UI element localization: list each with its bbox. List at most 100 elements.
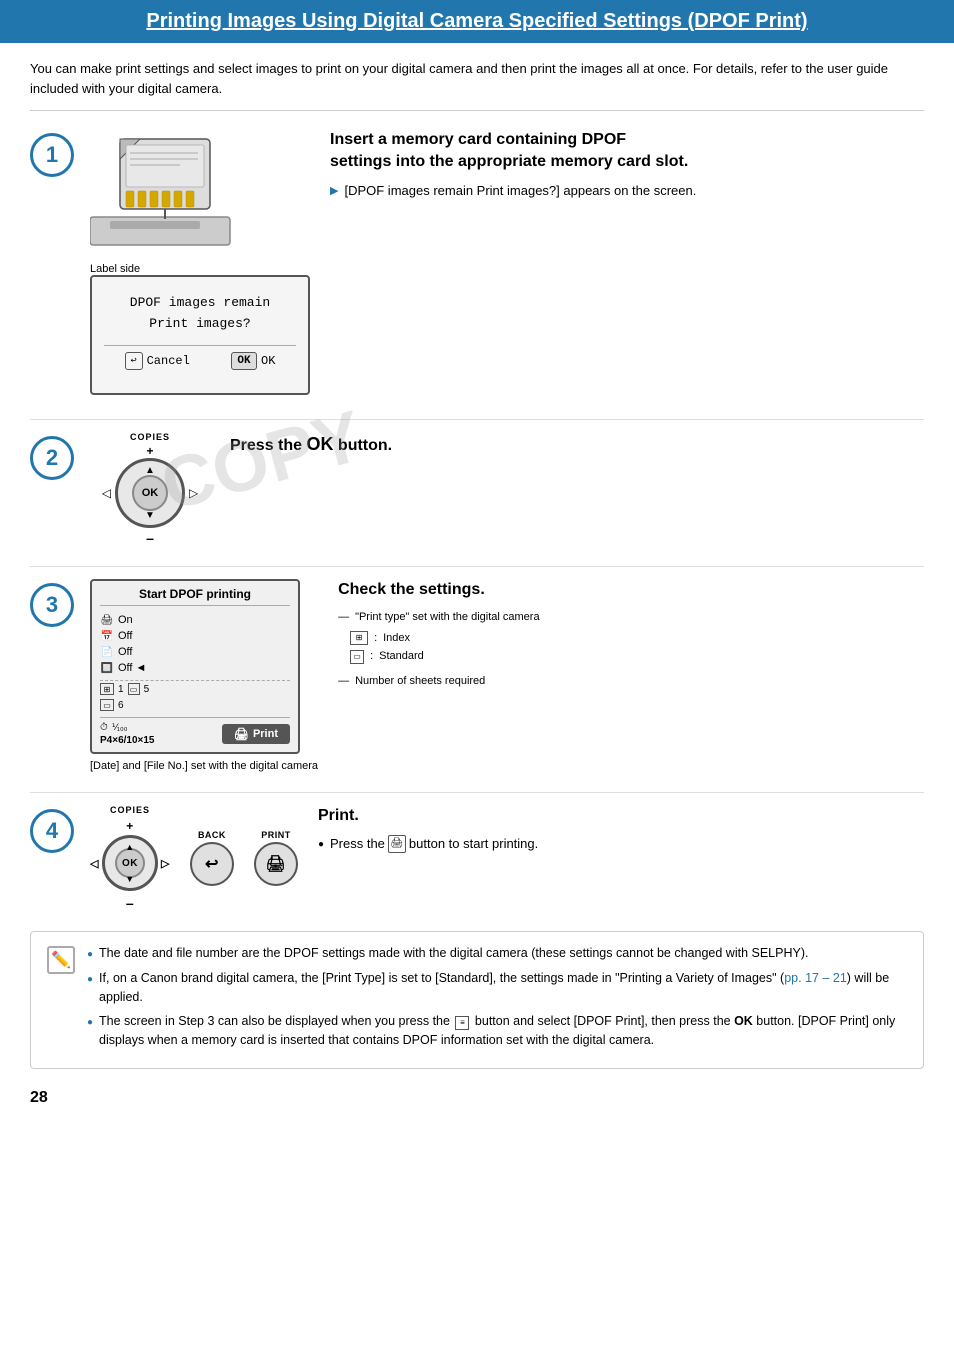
memory-card-illustration <box>90 129 260 259</box>
standard-count: 5 <box>144 684 150 695</box>
step-4-bullet: Press the 🖨 button to start printing. <box>318 835 924 853</box>
sheets-label: Number of sheets required <box>355 673 485 690</box>
fraction-display: ⅟₁₀₀ <box>112 722 128 733</box>
intro-text: You can make print settings and select i… <box>30 59 924 111</box>
down-arrow-icon: ▼ <box>145 510 155 521</box>
divider-3 <box>30 792 924 793</box>
setting-off-3: Off ◄ <box>118 662 146 674</box>
ok-ring: OK ▲ ▼ <box>115 458 185 528</box>
step-2-number: 2 <box>30 436 74 480</box>
settings-row-2: 📅 Off <box>100 628 290 644</box>
step-1: 1 <box>30 129 924 399</box>
print-button[interactable]: 🖨 Print <box>222 724 290 744</box>
step-2-heading: Press the OK button. <box>230 432 924 457</box>
index-count: 1 <box>118 684 124 695</box>
dialog-line2: Print images? <box>104 314 296 335</box>
cancel-label: Cancel <box>147 354 190 368</box>
right-arr-step4: ▷ <box>161 857 170 870</box>
print-icon: 🖨 <box>234 727 249 741</box>
setting-off-1: Off <box>118 630 132 642</box>
plus-sign: + <box>146 444 153 458</box>
standard-annotation: ▭ : Standard <box>350 648 924 665</box>
standard-label: Standard <box>379 648 424 665</box>
step-3: 3 Start DPOF printing 🖨 On 📅 Off <box>30 579 924 772</box>
page-ref-link[interactable]: pp. 17 – 21 <box>784 971 847 985</box>
ok-label: OK <box>261 354 275 368</box>
index-label: Index <box>383 630 410 647</box>
ok-ring-step4: OK ▲ ▼ <box>102 835 158 891</box>
timer-row: ⏱ ⅟₁₀₀ <box>100 722 155 733</box>
settings-screen: Start DPOF printing 🖨 On 📅 Off 📄 Off <box>90 579 300 754</box>
note-bullet-1: ● <box>87 947 93 962</box>
note-bullet-3: ● <box>87 1015 93 1030</box>
step-2-content: COPIES + ◁ OK ▲ ▼ ▷ – Press <box>90 432 924 546</box>
dialog-buttons: ↩ Cancel OK OK <box>104 345 296 370</box>
timer-icon: ⏱ <box>100 722 108 733</box>
paper-size-label: P4×6/10×15 <box>100 735 155 746</box>
dialog-cancel-btn: ↩ Cancel <box>125 352 190 370</box>
print-button-step4[interactable]: 🖨 <box>254 842 298 886</box>
memory-card-svg <box>90 129 260 249</box>
print-type-annotation: — "Print type" set with the digital came… <box>338 609 924 626</box>
standard-box-icon: ▭ <box>128 683 140 695</box>
page-title-underlined: Printing Images Using Digital Camera Spe… <box>146 10 807 32</box>
minus-sign-step4: – <box>126 895 134 911</box>
step-3-right: Check the settings. — "Print type" set w… <box>338 579 924 693</box>
down-arr-step4: ▼ <box>125 874 134 884</box>
step-3-heading: Check the settings. <box>338 579 924 601</box>
settings-bottom: ⏱ ⅟₁₀₀ P4×6/10×15 🖨 Print <box>100 717 290 746</box>
dialog-line1: DPOF images remain <box>104 293 296 314</box>
note-2: ● If, on a Canon brand digital camera, t… <box>87 969 907 1007</box>
note-1: ● The date and file number are the DPOF … <box>87 944 907 963</box>
step-3-text: Check the settings. <box>338 579 924 601</box>
up-arr-step4: ▲ <box>125 842 134 852</box>
note-text-2: If, on a Canon brand digital camera, the… <box>99 969 907 1007</box>
step-1-text: Insert a memory card containing DPOF set… <box>330 129 924 200</box>
back-button[interactable]: ↩ <box>190 842 234 886</box>
minus-sign: – <box>146 530 154 546</box>
step-3-annotations: — "Print type" set with the digital came… <box>338 609 924 689</box>
index-icon: ⊞ <box>350 631 368 645</box>
note-bullet-2: ● <box>87 972 93 987</box>
dialog-ok-btn: OK OK <box>231 352 275 370</box>
copies-label-step2: COPIES <box>130 432 170 442</box>
divider-2 <box>30 566 924 567</box>
menu-icon-inline: ≡ <box>455 1016 469 1030</box>
standard-colon: : <box>370 648 373 665</box>
page-title: Printing Images Using Digital Camera Spe… <box>30 10 924 33</box>
step-4-text: Print. Press the 🖨 button to start print… <box>318 805 924 854</box>
page-number: 28 <box>30 1089 924 1107</box>
total-count: 6 <box>118 700 124 711</box>
date-icon: 📅 <box>100 629 114 643</box>
standard-icon: ▭ <box>350 650 364 664</box>
dpof-dialog-screen: DPOF images remain Print images? ↩ Cance… <box>90 275 310 395</box>
step-1-content: Label side DPOF images remain Print imag… <box>90 129 924 399</box>
setting-on: On <box>118 614 133 626</box>
step-3-illustration: Start DPOF printing 🖨 On 📅 Off 📄 Off <box>90 579 318 772</box>
print-type-text: "Print type" set with the digital camera <box>355 609 540 626</box>
step-1-arrow-point: [DPOF images remain Print images?] appea… <box>330 182 924 200</box>
dialog-text: DPOF images remain Print images? <box>104 293 296 335</box>
index-annotation: ⊞ : Index <box>350 630 924 647</box>
step-1-number: 1 <box>30 133 74 177</box>
back-label: BACK <box>198 830 226 840</box>
settings-row-3: 📄 Off <box>100 644 290 660</box>
step-3-content: Start DPOF printing 🖨 On 📅 Off 📄 Off <box>90 579 924 772</box>
divider-1 <box>30 419 924 420</box>
plus-sign-step4: + <box>126 819 134 833</box>
step-3-number: 3 <box>30 583 74 627</box>
header-bar: Printing Images Using Digital Camera Spe… <box>0 0 954 43</box>
page: Printing Images Using Digital Camera Spe… <box>0 0 954 1354</box>
ok-center: OK <box>132 475 168 511</box>
settings-title: Start DPOF printing <box>100 587 290 606</box>
index-box-icon: ⊞ <box>100 683 114 695</box>
index-colon: : <box>374 630 377 647</box>
date-note: [Date] and [File No.] set with the digit… <box>90 760 318 772</box>
step-4-number: 4 <box>30 809 74 853</box>
note-text-3: The screen in Step 3 can also be display… <box>99 1012 907 1050</box>
step-1-heading: Insert a memory card containing DPOF set… <box>330 129 924 174</box>
step-4-content: COPIES + ◁ OK ▲ ▼ ▷ – <box>90 805 924 911</box>
optimize-icon: 🔲 <box>100 661 114 675</box>
back-btn-group: BACK ↩ <box>190 830 234 886</box>
sheets-annotation: — Number of sheets required <box>338 673 924 690</box>
